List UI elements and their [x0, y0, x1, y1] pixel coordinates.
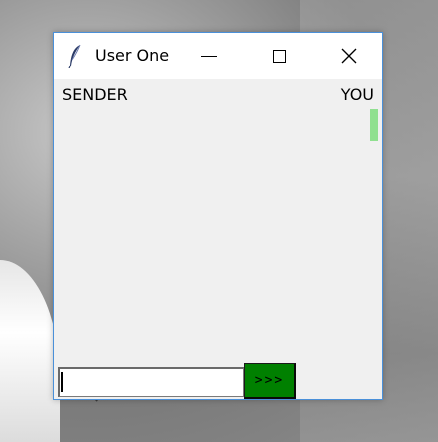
- chat-window: User One SENDER YOU >>>: [53, 32, 383, 400]
- minimize-button[interactable]: [186, 33, 232, 79]
- send-button[interactable]: >>>: [244, 363, 296, 399]
- maximize-button[interactable]: [256, 33, 302, 79]
- you-status-indicator: [370, 109, 378, 141]
- close-button[interactable]: [326, 33, 372, 79]
- text-caret: [61, 372, 63, 392]
- close-icon: [341, 48, 357, 64]
- maximize-icon: [272, 49, 286, 63]
- desktop-background-highlight: [0, 260, 60, 442]
- feather-icon: [68, 44, 82, 69]
- message-input[interactable]: [58, 367, 244, 397]
- title-bar[interactable]: User One: [54, 33, 382, 79]
- window-title: User One: [95, 46, 170, 65]
- minimize-icon: [201, 55, 217, 57]
- sender-label: SENDER: [62, 85, 128, 104]
- you-label: YOU: [340, 85, 374, 104]
- chat-area: SENDER YOU >>>: [54, 79, 382, 399]
